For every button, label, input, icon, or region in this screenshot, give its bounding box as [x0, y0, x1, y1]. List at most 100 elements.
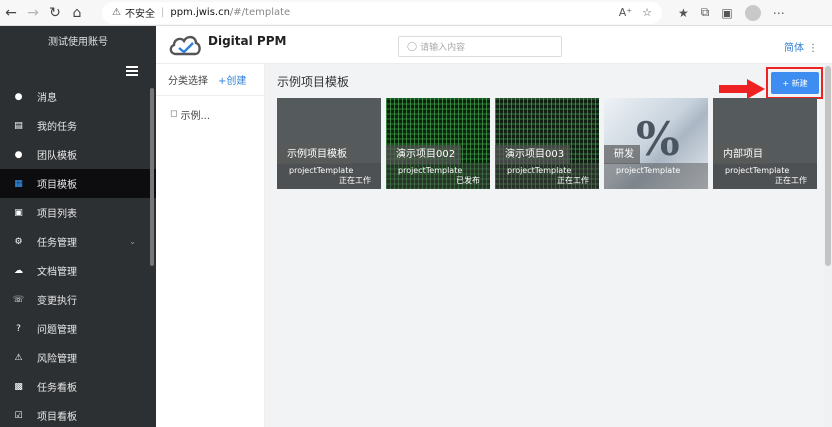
sidebar-item-label: 风险管理	[37, 354, 77, 365]
home-icon[interactable]: ⌂	[66, 2, 88, 24]
sidebar-item[interactable]: ● 团队模板	[0, 140, 156, 169]
search-icon: ◯	[407, 41, 418, 52]
sidebar-item-label: 变更执行	[37, 296, 77, 307]
security-label: 不安全	[124, 9, 155, 20]
cloud-logo-icon	[169, 35, 201, 55]
sidebar-item-label: 我的任务	[37, 122, 77, 133]
sidebar-item-label: 项目模板	[37, 180, 77, 191]
sidebar-item[interactable]: ● 消息	[0, 82, 156, 111]
account-name[interactable]: 测试使用账号	[0, 26, 156, 60]
extensions-icon[interactable]: ▣	[721, 6, 732, 20]
card-status: 正在工作	[775, 176, 807, 185]
risk-icon: ⚠	[14, 352, 23, 363]
sidebar-item[interactable]: ⚠ 风险管理	[0, 343, 156, 372]
browser-toolbar: ← → ↻ ⌂ ⚠ 不安全 | ppm.jwis.cn /#/template …	[0, 0, 832, 26]
card-title: 演示项目003	[495, 145, 571, 164]
percent-image: %	[636, 112, 680, 166]
search-placeholder: 请输入内容	[420, 43, 466, 53]
card-template-type: projectTemplate	[398, 166, 463, 175]
sidebar-item-label: 项目看板	[37, 412, 77, 423]
language-selector[interactable]: 简体 ⋮	[784, 39, 818, 54]
template-card[interactable]: 演示项目002 projectTemplate 已发布	[386, 98, 490, 189]
warning-icon: ⚠	[112, 7, 121, 18]
red-arrow-annotation	[719, 79, 765, 99]
card-template-type: projectTemplate	[507, 166, 572, 175]
app-header: Digital PPM ◯ 请输入内容 简体 ⋮	[156, 26, 832, 64]
scrollbar-thumb[interactable]	[825, 66, 831, 266]
sidebar: 测试使用账号 ● 消息 ▤ 我的任务 ● 团队模板 ▦ 项目模板 ▣ 项目列表 ⚙ 任务管理 ⌄ ☁ 文档管…	[0, 26, 156, 427]
sidebar-item-label: 问题管理	[37, 325, 77, 336]
page-title: 示例项目模板	[277, 75, 350, 89]
sidebar-menu: ● 消息 ▤ 我的任务 ● 团队模板 ▦ 项目模板 ▣ 项目列表 ⚙ 任务管理 ⌄ ☁ 文档管理 ☏ 变更执行?…	[0, 82, 156, 427]
category-icon: ◻	[170, 109, 178, 119]
address-bar[interactable]: ⚠ 不安全 | ppm.jwis.cn /#/template A⁺ ☆	[102, 1, 662, 24]
back-icon[interactable]: ←	[0, 2, 22, 24]
category-header: 分类选择 +创建	[156, 64, 264, 96]
page-scrollbar[interactable]	[824, 64, 832, 427]
sidebar-item[interactable]: ☁ 文档管理	[0, 256, 156, 285]
card-title: 内部项目	[713, 145, 769, 164]
sidebar-item-label: 消息	[37, 93, 57, 104]
template-cards: 示例项目模板 projectTemplate 正在工作 演示项目002 projectT…	[277, 98, 817, 189]
url-path: /#/template	[229, 7, 291, 18]
new-template-button[interactable]: + 新建	[771, 72, 819, 94]
sidebar-item-label: 任务看板	[37, 383, 77, 394]
card-status: 正在工作	[339, 176, 371, 185]
hamburger-icon	[126, 66, 138, 76]
sidebar-item[interactable]: ☏ 变更执行	[0, 285, 156, 314]
category-panel: 分类选择 +创建 ◻ 示例...	[156, 64, 265, 427]
card-status: 正在工作	[557, 176, 589, 185]
profile-avatar[interactable]	[744, 4, 761, 21]
app-title: Digital PPM	[208, 33, 287, 48]
chevron-down-icon: ⌄	[129, 237, 136, 246]
card-title: 演示项目002	[386, 145, 462, 164]
search-input[interactable]: ◯ 请输入内容	[398, 36, 562, 57]
forward-icon[interactable]: →	[22, 2, 44, 24]
card-title: 示例项目模板	[277, 145, 353, 164]
template-card[interactable]: 演示项目003 projectTemplate 正在工作	[495, 98, 599, 189]
card-template-type: projectTemplate	[725, 166, 790, 175]
template-card[interactable]: 示例项目模板 projectTemplate 正在工作	[277, 98, 381, 189]
sidebar-item-label: 任务管理	[37, 238, 77, 249]
kebab-icon: ⋮	[808, 43, 818, 54]
category-title: 分类选择	[168, 76, 208, 87]
user-icon: ●	[14, 149, 23, 160]
card-title: 研发	[604, 145, 640, 164]
collections-icon[interactable]: ⧉	[701, 5, 710, 20]
template-card[interactable]: 内部项目 projectTemplate 正在工作	[713, 98, 817, 189]
address-divider: |	[160, 7, 165, 18]
sidebar-item-label: 项目列表	[37, 209, 77, 220]
category-item-label: 示例...	[180, 110, 211, 122]
more-icon[interactable]: ⋯	[773, 6, 785, 20]
sidebar-item-label: 文档管理	[37, 267, 77, 278]
create-category-button[interactable]: +创建	[218, 72, 246, 87]
read-aloud-icon[interactable]: A⁺	[619, 6, 632, 19]
clipboard-icon: ▣	[14, 207, 23, 218]
check-board-icon: ☑	[14, 410, 23, 421]
gear-icon: ⚙	[14, 236, 23, 247]
sidebar-item[interactable]: ▩ 任务看板	[0, 372, 156, 401]
template-main: 示例项目模板 + 新建 示例项目模板 projectTemplate 正在工作 演示项…	[265, 64, 824, 427]
menu-toggle[interactable]	[0, 60, 156, 82]
template-card[interactable]: % 研发 projectTemplate	[604, 98, 708, 189]
sidebar-item[interactable]: ▦ 项目模板	[0, 169, 156, 198]
url-host: ppm.jwis.cn	[170, 7, 230, 18]
sidebar-item[interactable]: ☑ 项目看板	[0, 401, 156, 427]
chat-icon: ●	[14, 91, 23, 102]
reload-icon[interactable]: ↻	[44, 2, 66, 24]
sidebar-item-label: 团队模板	[37, 151, 77, 162]
category-item[interactable]: ◻ 示例...	[156, 100, 264, 128]
board-icon: ▩	[14, 381, 23, 392]
favorite-star-icon[interactable]: ☆	[642, 6, 652, 19]
language-label: 简体	[784, 43, 804, 54]
favorites-icon[interactable]: ★	[678, 6, 689, 20]
card-status: 已发布	[456, 176, 480, 185]
card-template-type: projectTemplate	[289, 166, 354, 175]
sidebar-item[interactable]: ▣ 项目列表	[0, 198, 156, 227]
sidebar-item[interactable]: ? 问题管理	[0, 314, 156, 343]
template-icon: ▦	[14, 178, 23, 189]
question-icon: ?	[16, 323, 21, 334]
sidebar-item[interactable]: ▤ 我的任务	[0, 111, 156, 140]
sidebar-scrollbar[interactable]	[150, 88, 154, 266]
sidebar-item[interactable]: ⚙ 任务管理 ⌄	[0, 227, 156, 256]
